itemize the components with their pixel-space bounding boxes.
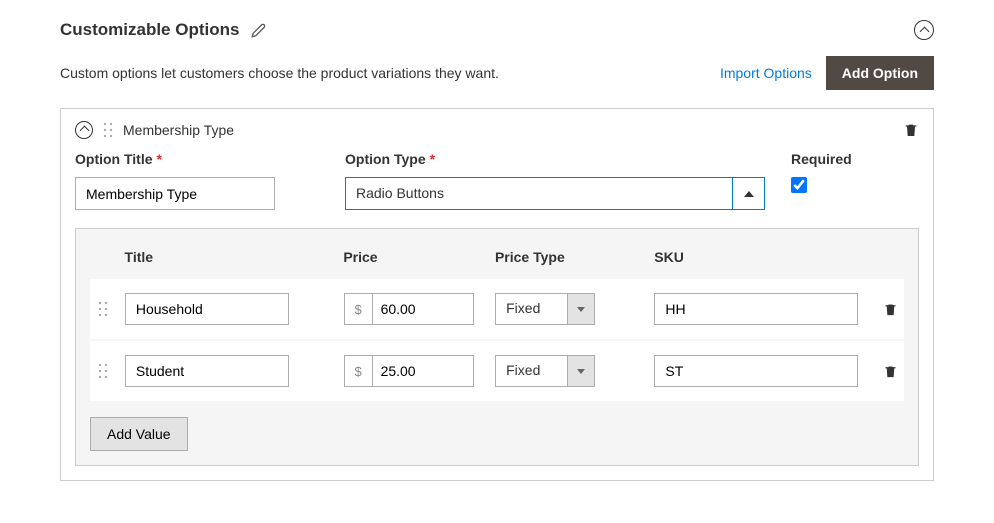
pencil-icon[interactable] [251,23,266,38]
currency-symbol: $ [344,293,372,325]
option-type-value: Radio Buttons [345,177,732,210]
value-row: $ Fixed [90,279,904,339]
col-header-pricetype: Price Type [495,249,654,265]
value-sku-input[interactable] [654,293,858,325]
chevron-up-icon [921,22,928,38]
delete-value-icon[interactable] [883,301,898,318]
option-panel: Membership Type Option Title* Option Typ… [60,108,934,481]
required-checkbox[interactable] [791,177,807,193]
required-label: Required [791,151,852,167]
select-arrow[interactable] [567,293,595,325]
col-header-sku: SKU [654,249,865,265]
value-title-input[interactable] [125,293,289,325]
price-type-select[interactable]: Fixed [495,355,595,387]
section-description: Custom options let customers choose the … [60,65,499,81]
price-type-value: Fixed [495,355,567,387]
add-option-button[interactable]: Add Option [826,56,934,90]
select-arrow[interactable] [732,177,765,210]
currency-symbol: $ [344,355,372,387]
drag-handle-icon[interactable] [103,122,113,138]
price-type-value: Fixed [495,293,567,325]
add-value-button[interactable]: Add Value [90,417,188,451]
import-options-link[interactable]: Import Options [720,65,812,81]
triangle-down-icon [577,369,585,374]
values-panel: Title Price Price Type SKU $ [75,228,919,466]
option-type-label: Option Type* [345,151,791,167]
value-price-input[interactable] [372,355,474,387]
option-type-select[interactable]: Radio Buttons [345,177,765,210]
section-title: Customizable Options [60,20,239,40]
option-title-label: Option Title* [75,151,345,167]
triangle-down-icon [577,307,585,312]
option-collapse-toggle[interactable] [75,121,93,139]
chevron-up-icon [81,124,88,137]
value-price-input[interactable] [372,293,474,325]
drag-handle-icon[interactable] [98,301,108,317]
col-header-title: Title [125,249,344,265]
value-row: $ Fixed [90,341,904,401]
option-title-input[interactable] [75,177,275,210]
triangle-up-icon [744,191,754,197]
option-name: Membership Type [123,122,234,138]
col-header-price: Price [343,249,495,265]
price-type-select[interactable]: Fixed [495,293,595,325]
delete-value-icon[interactable] [883,363,898,380]
value-sku-input[interactable] [654,355,858,387]
drag-handle-icon[interactable] [98,363,108,379]
delete-option-icon[interactable] [903,121,919,139]
value-title-input[interactable] [125,355,289,387]
section-collapse-toggle[interactable] [914,20,934,40]
select-arrow[interactable] [567,355,595,387]
